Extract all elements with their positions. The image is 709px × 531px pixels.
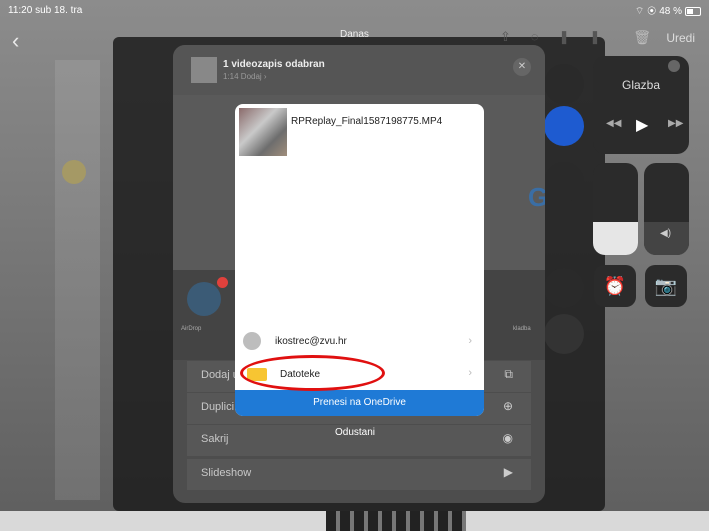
play-circle-icon: ▶ bbox=[503, 465, 513, 479]
camera-icon[interactable]: 📷 bbox=[645, 265, 687, 307]
eye-icon: ◉ bbox=[502, 431, 513, 445]
share-subtitle[interactable]: 1:14 Dodaj › bbox=[223, 72, 267, 81]
google-icon: G bbox=[528, 182, 545, 212]
video-thumbnail bbox=[191, 57, 217, 83]
action-label: Slideshow bbox=[201, 467, 252, 479]
airdrop-icon[interactable] bbox=[187, 282, 221, 316]
action-label: Duplici bbox=[201, 401, 235, 413]
share-title: 1 videozapis odabran bbox=[223, 59, 325, 70]
rotation-lock-icon[interactable] bbox=[544, 268, 584, 308]
wifi-toggle-icon[interactable] bbox=[544, 64, 584, 104]
toolbar-icons: ⇧◌❚❚ bbox=[500, 29, 621, 44]
status-bar: 11:20 sub 18. tra ⌔ ◉ 48 % bbox=[0, 0, 709, 22]
alarm-icon[interactable]: ⏰ bbox=[594, 265, 636, 307]
filmstrip[interactable] bbox=[326, 511, 466, 531]
airplay-icon[interactable] bbox=[668, 60, 680, 72]
duplicate-icon: ⊕ bbox=[502, 399, 513, 413]
airdrop-badge bbox=[217, 277, 228, 288]
volume-icon: ◀) bbox=[660, 228, 672, 239]
blurred-sidebar bbox=[55, 60, 100, 500]
upload-to-onedrive-button[interactable]: Prenesi na OneDrive bbox=[235, 390, 484, 416]
chevron-right-icon: › bbox=[468, 367, 472, 379]
brightness-fill bbox=[593, 222, 638, 255]
bluetooth-toggle-icon[interactable] bbox=[544, 106, 584, 146]
music-label: Glazba bbox=[622, 78, 661, 92]
action-label: Sakrij bbox=[201, 433, 229, 445]
control-center-left-column bbox=[544, 64, 584, 354]
back-button[interactable]: ‹ bbox=[12, 28, 19, 54]
do-not-disturb-icon[interactable] bbox=[544, 162, 584, 202]
status-date: sub 18. tra bbox=[35, 5, 83, 16]
share-header: 1 videozapis odabran 1:14 Dodaj › ✕ bbox=[173, 45, 545, 95]
account-row[interactable]: ikostrec@zvu.hr › bbox=[235, 328, 484, 358]
account-email: ikostrec@zvu.hr bbox=[275, 336, 347, 347]
app-label: kladba bbox=[513, 326, 531, 332]
battery-icon bbox=[685, 6, 701, 16]
file-thumbnail bbox=[239, 108, 287, 156]
next-track-icon[interactable]: ▶▶ bbox=[668, 118, 683, 129]
cancel-button[interactable]: Odustani bbox=[335, 427, 375, 438]
status-time: 11:20 bbox=[8, 5, 33, 16]
action-label: Dodaj u bbox=[201, 369, 239, 381]
chevron-right-icon: › bbox=[468, 335, 472, 347]
avatar bbox=[243, 332, 261, 350]
add-icon: ⧉ bbox=[504, 367, 513, 381]
edit-button[interactable]: Uredi bbox=[666, 31, 695, 45]
battery-percent: 48 % bbox=[659, 6, 682, 17]
screen-record-icon[interactable] bbox=[544, 314, 584, 354]
trash-icon[interactable]: 🗑 bbox=[633, 29, 651, 46]
close-icon[interactable]: ✕ bbox=[513, 58, 531, 76]
previous-track-icon[interactable]: ◀◀ bbox=[606, 118, 621, 129]
blurred-thumbnail bbox=[62, 160, 86, 184]
highlight-annotation bbox=[240, 355, 385, 391]
play-icon[interactable]: ▶ bbox=[636, 115, 648, 135]
status-right: ⌔ ◉ 48 % bbox=[635, 5, 701, 18]
nav-title: Danas bbox=[340, 29, 369, 40]
action-slideshow[interactable]: Slideshow ▶ bbox=[187, 459, 531, 490]
airdrop-label: AirDrop bbox=[181, 326, 202, 332]
file-name: RPReplay_Final1587198775.MP4 bbox=[291, 116, 443, 127]
